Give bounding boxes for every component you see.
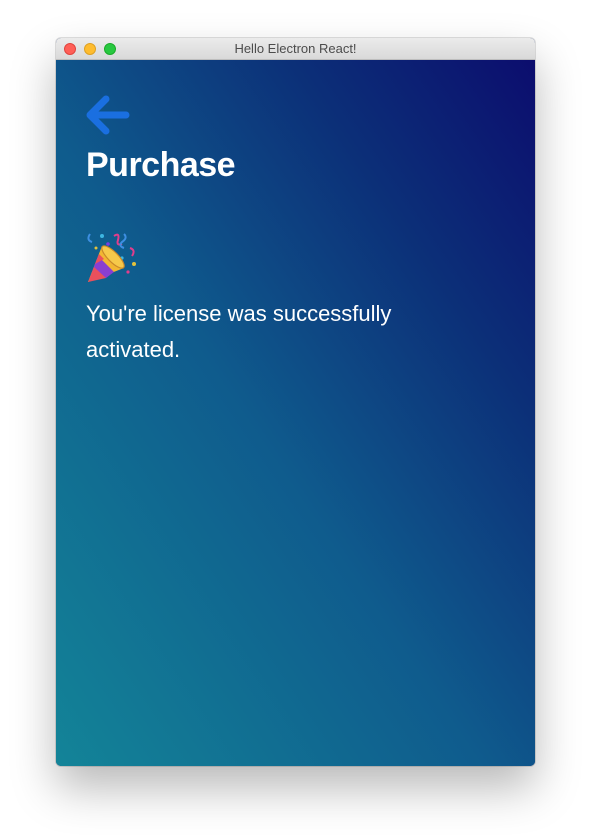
purchase-screen: Purchase You're license was successfully… [56,60,535,766]
arrow-left-icon [86,95,130,135]
app-window: Hello Electron React! Purchase You're li… [56,38,535,766]
window-title: Hello Electron React! [234,41,357,56]
success-message: You're license was successfully activate… [86,301,392,362]
party-popper-icon [84,230,140,286]
page-title: Purchase [86,146,236,184]
title-bar[interactable]: Hello Electron React! [56,38,535,60]
back-button[interactable] [84,93,132,137]
desktop: Hello Electron React! Purchase You're li… [0,0,591,840]
